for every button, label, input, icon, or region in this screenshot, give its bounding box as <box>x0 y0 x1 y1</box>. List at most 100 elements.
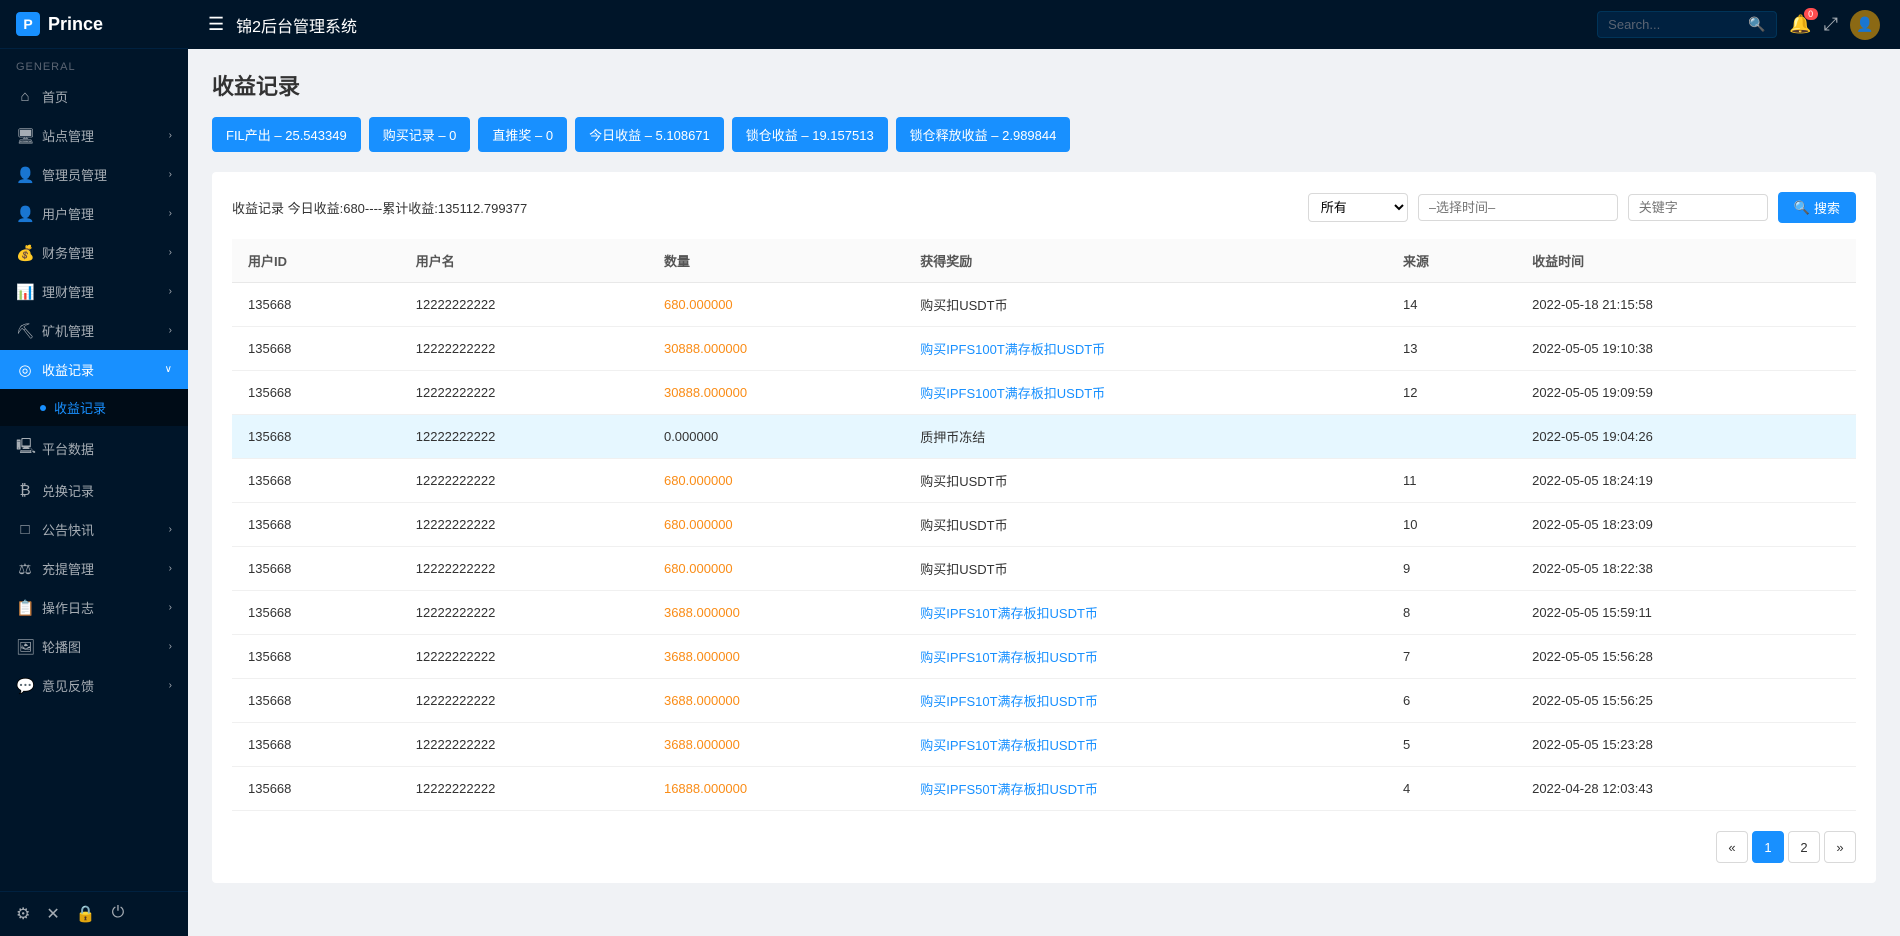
close-icon[interactable]: ✕ <box>46 904 59 924</box>
cell-username: 12222222222 <box>400 327 648 371</box>
cell-reward: 质押币冻结 <box>904 415 1387 459</box>
cell-time: 2022-05-05 19:04:26 <box>1516 415 1856 459</box>
platform-icon: 🖳 <box>16 436 34 461</box>
cell-reward: 购买IPFS100T满存板扣USDT币 <box>904 371 1387 415</box>
table-row: 135668 12222222222 680.000000 购买扣USDT币 1… <box>232 283 1856 327</box>
sidebar-item-label: 轮播图 <box>42 637 81 656</box>
chevron-right-icon: › <box>169 602 172 613</box>
sidebar-item-banner[interactable]: 🖼 轮播图 › <box>0 627 188 666</box>
cell-amount: 3688.000000 <box>648 723 904 767</box>
exchange-icon: ₿ <box>16 482 34 499</box>
chevron-right-icon: › <box>169 247 172 258</box>
cell-username: 12222222222 <box>400 415 648 459</box>
sidebar-item-miner[interactable]: ⛏ 矿机管理 › <box>0 311 188 350</box>
sidebar-item-oplog[interactable]: 📋 操作日志 › <box>0 588 188 627</box>
sidebar-item-withdraw[interactable]: ⚖ 充提管理 › <box>0 549 188 588</box>
search-input[interactable] <box>1608 17 1748 32</box>
notification-bell[interactable]: 🔔 0 <box>1789 14 1811 35</box>
cell-reward: 购买扣USDT币 <box>904 283 1387 327</box>
sidebar-item-admin[interactable]: 👤 管理员管理 › <box>0 155 188 194</box>
cell-username: 12222222222 <box>400 767 648 811</box>
table-row: 135668 12222222222 30888.000000 购买IPFS10… <box>232 327 1856 371</box>
cell-username: 12222222222 <box>400 723 648 767</box>
search-btn-icon: 🔍 <box>1794 200 1810 216</box>
cell-time: 2022-05-05 15:59:11 <box>1516 591 1856 635</box>
filter-date-input[interactable] <box>1418 194 1618 221</box>
cell-time: 2022-05-05 19:09:59 <box>1516 371 1856 415</box>
search-button[interactable]: 🔍 搜索 <box>1778 192 1856 223</box>
cell-source: 8 <box>1387 591 1516 635</box>
filter-keyword-input[interactable] <box>1628 194 1768 221</box>
sidebar-item-wealth[interactable]: 📊 理财管理 › <box>0 272 188 311</box>
sidebar-item-label: 站点管理 <box>42 126 94 145</box>
miner-icon: ⛏ <box>16 322 34 340</box>
sidebar-sub-item-earnings[interactable]: 收益记录 <box>0 389 188 426</box>
finance-icon: 💰 <box>16 244 34 262</box>
sidebar-item-platform[interactable]: 🖳 平台数据 <box>0 426 188 471</box>
sidebar-item-home[interactable]: ⌂ 首页 <box>0 77 188 116</box>
lock-icon[interactable]: 🔒 <box>76 904 96 924</box>
cell-username: 12222222222 <box>400 635 648 679</box>
cell-time: 2022-04-28 12:03:43 <box>1516 767 1856 811</box>
cell-time: 2022-05-05 18:24:19 <box>1516 459 1856 503</box>
cell-time: 2022-05-05 18:22:38 <box>1516 547 1856 591</box>
filter-type-select[interactable]: 所有 购买 奖励 锁仓 <box>1308 193 1408 222</box>
cell-source: 7 <box>1387 635 1516 679</box>
stats-row: FIL产出 – 25.543349 购买记录 – 0 直推奖 – 0 今日收益 … <box>212 117 1876 152</box>
sidebar-item-earnings[interactable]: ◎ 收益记录 ∨ <box>0 350 188 389</box>
cell-userid: 135668 <box>232 635 400 679</box>
table-row: 135668 12222222222 16888.000000 购买IPFS50… <box>232 767 1856 811</box>
expand-icon[interactable]: ⤢ <box>1824 14 1838 35</box>
chevron-right-icon: › <box>169 130 172 141</box>
table-row: 135668 12222222222 30888.000000 购买IPFS10… <box>232 371 1856 415</box>
sidebar: P Prince GENERAL ⌂ 首页 🖥 站点管理 › 👤 管理员管理 ›… <box>0 0 188 936</box>
table-row: 135668 12222222222 680.000000 购买扣USDT币 1… <box>232 459 1856 503</box>
sidebar-footer: ⚙ ✕ 🔒 ⏻ <box>0 891 188 936</box>
table-header-row: 用户ID 用户名 数量 获得奖励 来源 收益时间 <box>232 239 1856 283</box>
topbar-right: 🔍 🔔 0 ⤢ 👤 <box>1597 10 1880 40</box>
chevron-right-icon: › <box>169 524 172 535</box>
sidebar-item-notice[interactable]: □ 公告快讯 › <box>0 510 188 549</box>
chevron-right-icon: › <box>169 325 172 336</box>
sidebar-item-site[interactable]: 🖥 站点管理 › <box>0 116 188 155</box>
cell-amount: 0.000000 <box>648 415 904 459</box>
col-time: 收益时间 <box>1516 239 1856 283</box>
stat-unlock-earnings: 锁仓释放收益 – 2.989844 <box>896 117 1071 152</box>
user-icon: 👤 <box>16 205 34 223</box>
pagination-page-2[interactable]: 2 <box>1788 831 1820 863</box>
withdraw-icon: ⚖ <box>16 560 34 578</box>
table-row: 135668 12222222222 3688.000000 购买IPFS10T… <box>232 635 1856 679</box>
power-icon[interactable]: ⏻ <box>112 904 125 924</box>
avatar[interactable]: 👤 <box>1850 10 1880 40</box>
cell-time: 2022-05-05 15:23:28 <box>1516 723 1856 767</box>
sidebar-item-finance[interactable]: 💰 财务管理 › <box>0 233 188 272</box>
sidebar-item-label: 平台数据 <box>42 439 94 458</box>
stat-buy-record: 购买记录 – 0 <box>369 117 471 152</box>
sidebar-item-exchange[interactable]: ₿ 兑换记录 <box>0 471 188 510</box>
search-box[interactable]: 🔍 <box>1597 11 1777 38</box>
sidebar-item-label: 操作日志 <box>42 598 94 617</box>
sidebar-item-user[interactable]: 👤 用户管理 › <box>0 194 188 233</box>
cell-username: 12222222222 <box>400 503 648 547</box>
sidebar-item-feedback[interactable]: 💬 意见反馈 › <box>0 666 188 705</box>
chevron-right-icon: › <box>169 208 172 219</box>
main-card: 收益记录 今日收益:680----累计收益:135112.799377 所有 购… <box>212 172 1876 883</box>
pagination-next[interactable]: » <box>1824 831 1856 863</box>
feedback-icon: 💬 <box>16 677 34 695</box>
pagination-prev[interactable]: « <box>1716 831 1748 863</box>
sidebar-logo[interactable]: P Prince <box>0 0 188 49</box>
notification-badge: 0 <box>1804 8 1818 20</box>
sidebar-item-label: 首页 <box>42 87 68 106</box>
sidebar-item-label: 理财管理 <box>42 282 94 301</box>
filter-summary: 收益记录 今日收益:680----累计收益:135112.799377 <box>232 198 1298 217</box>
col-userid: 用户ID <box>232 239 400 283</box>
cell-reward: 购买扣USDT币 <box>904 459 1387 503</box>
pagination-page-1[interactable]: 1 <box>1752 831 1784 863</box>
sidebar-section-general: GENERAL <box>0 49 188 77</box>
menu-toggle-icon[interactable]: ☰ <box>208 14 224 35</box>
stat-today-earnings: 今日收益 – 5.108671 <box>575 117 724 152</box>
table-row: 135668 12222222222 3688.000000 购买IPFS10T… <box>232 591 1856 635</box>
cell-time: 2022-05-05 15:56:25 <box>1516 679 1856 723</box>
settings-icon[interactable]: ⚙ <box>16 904 30 924</box>
cell-username: 12222222222 <box>400 459 648 503</box>
